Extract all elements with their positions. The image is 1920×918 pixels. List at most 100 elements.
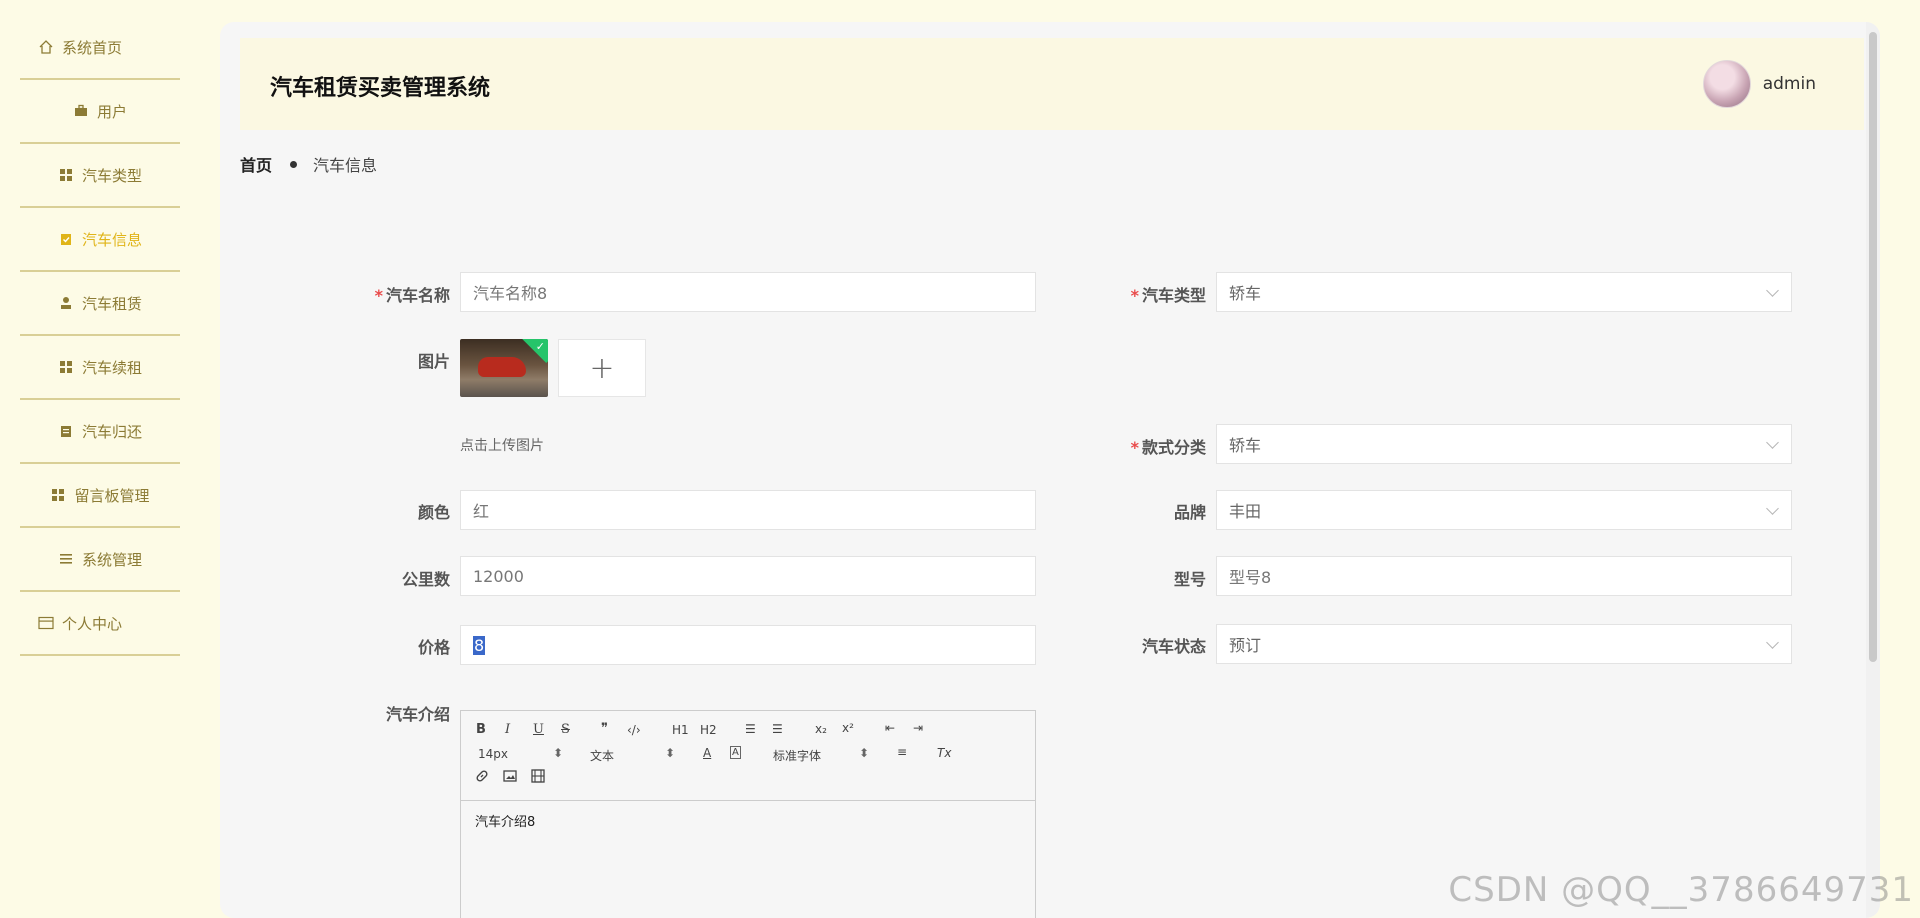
car-name-input[interactable]: 汽车名称8 bbox=[460, 272, 1036, 312]
avatar[interactable] bbox=[1702, 60, 1751, 108]
font-size-select[interactable]: 14px bbox=[478, 747, 508, 761]
superscript-button[interactable]: x² bbox=[842, 721, 854, 735]
link-button[interactable] bbox=[475, 769, 489, 786]
brand-value: 丰田 bbox=[1229, 502, 1262, 521]
sidebar-item-label: 汽车续租 bbox=[81, 358, 142, 377]
watermark: CSDN @QQ__3786649731 bbox=[1448, 870, 1914, 910]
breadcrumb-current: 汽车信息 bbox=[313, 156, 378, 175]
price-label: 价格 bbox=[417, 638, 450, 657]
check-icon: ✓ bbox=[535, 340, 545, 353]
breadcrumb-home[interactable]: 首页 bbox=[240, 152, 272, 176]
outdent-button[interactable]: ⇤ bbox=[885, 721, 895, 735]
mileage-value: 12000 bbox=[473, 566, 524, 586]
rich-text-editor[interactable]: B I U S ❞ ‹/› H1 H2 ☰ ☰ x₂ x² ⇤ ⇥ 14px ⬍… bbox=[460, 710, 1036, 918]
chevron-down-icon bbox=[1766, 284, 1779, 297]
car-photo bbox=[478, 357, 526, 377]
indent-button[interactable]: ⇥ bbox=[913, 721, 923, 735]
clear-format-button[interactable]: Tx bbox=[937, 746, 951, 760]
chevron-down-icon bbox=[1766, 636, 1779, 649]
font-color-button[interactable]: A bbox=[703, 746, 711, 760]
link-icon bbox=[476, 770, 488, 782]
style-label: 款式分类 bbox=[1066, 434, 1206, 458]
sidebar-item-label: 汽车类型 bbox=[81, 166, 142, 185]
brand-label: 品牌 bbox=[1173, 503, 1206, 522]
size-updown-icon: ⬍ bbox=[553, 746, 564, 760]
car-name-value: 汽车名称8 bbox=[473, 284, 548, 303]
model-label: 型号 bbox=[1173, 570, 1206, 589]
sidebar: 系统首页 用户 汽车类型 汽车信息 汽车租赁 汽车续租 汽车归还 留言板管理 系… bbox=[0, 0, 210, 918]
editor-content[interactable]: 汽车介绍8 bbox=[475, 811, 535, 830]
grid-icon bbox=[58, 167, 74, 183]
quote-button[interactable]: ❞ bbox=[601, 721, 608, 736]
status-value: 预订 bbox=[1229, 636, 1262, 655]
top-bar: 汽车租赁买卖管理系统 admin bbox=[240, 38, 1864, 130]
car-type-select[interactable]: 轿车 bbox=[1216, 272, 1792, 312]
sidebar-item-car-types[interactable]: 汽车类型 bbox=[20, 144, 180, 208]
car-type-value: 轿车 bbox=[1229, 284, 1262, 303]
price-value: 8 bbox=[473, 635, 486, 655]
chevron-down-icon bbox=[1766, 502, 1779, 515]
bold-button[interactable]: B bbox=[476, 722, 486, 737]
clipboard-check-icon bbox=[58, 231, 74, 247]
add-image-button[interactable]: + bbox=[558, 339, 646, 397]
h2-button[interactable]: H2 bbox=[700, 723, 717, 737]
status-select[interactable]: 预订 bbox=[1216, 624, 1792, 664]
ordered-list-button[interactable]: ☰ bbox=[745, 722, 756, 736]
strike-button[interactable]: S bbox=[561, 722, 570, 737]
mileage-label: 公里数 bbox=[401, 570, 450, 589]
card-icon bbox=[38, 615, 54, 631]
style-value: 轿车 bbox=[1229, 436, 1262, 455]
video-button[interactable] bbox=[531, 769, 545, 786]
scrollbar-thumb[interactable] bbox=[1869, 32, 1877, 662]
model-input[interactable]: 型号8 bbox=[1216, 556, 1792, 596]
chevron-down-icon bbox=[1766, 436, 1779, 449]
sidebar-item-message-board[interactable]: 留言板管理 bbox=[20, 464, 180, 528]
h1-button[interactable]: H1 bbox=[672, 723, 689, 737]
upload-hint: 点击上传图片 bbox=[460, 438, 544, 454]
background-color-button[interactable]: A bbox=[730, 746, 741, 759]
image-button[interactable] bbox=[503, 769, 517, 786]
editor-toolbar: B I U S ❞ ‹/› H1 H2 ☰ ☰ x₂ x² ⇤ ⇥ 14px ⬍… bbox=[461, 711, 1035, 801]
header-select[interactable]: 文本 bbox=[590, 747, 614, 764]
car-type-label: 汽车类型 bbox=[1066, 282, 1206, 306]
underline-button[interactable]: U bbox=[533, 722, 544, 737]
clipboard-icon bbox=[58, 423, 74, 439]
user-menu[interactable]: admin bbox=[1702, 60, 1816, 108]
sidebar-item-car-return[interactable]: 汽车归还 bbox=[20, 400, 180, 464]
align-button[interactable]: ≡ bbox=[897, 745, 907, 759]
sidebar-item-profile[interactable]: 个人中心 bbox=[20, 592, 180, 656]
intro-label: 汽车介绍 bbox=[385, 705, 450, 724]
home-icon bbox=[38, 39, 54, 55]
sidebar-item-car-renewal[interactable]: 汽车续租 bbox=[20, 336, 180, 400]
image-icon bbox=[503, 770, 517, 782]
brand-select[interactable]: 丰田 bbox=[1216, 490, 1792, 530]
video-icon bbox=[531, 769, 545, 783]
code-button[interactable]: ‹/› bbox=[627, 723, 641, 737]
stamp-icon bbox=[58, 295, 74, 311]
scrollbar[interactable] bbox=[1866, 22, 1880, 918]
grid-icon bbox=[50, 487, 66, 503]
briefcase-icon bbox=[73, 103, 89, 119]
sidebar-item-label: 个人中心 bbox=[62, 614, 123, 633]
sidebar-item-label: 用户 bbox=[96, 102, 127, 121]
sidebar-item-users[interactable]: 用户 bbox=[20, 80, 180, 144]
font-family-select[interactable]: 标准字体 bbox=[773, 747, 821, 764]
sidebar-item-system[interactable]: 系统管理 bbox=[20, 528, 180, 592]
color-value: 红 bbox=[473, 502, 490, 521]
uploaded-image-thumbnail[interactable]: ✓ bbox=[460, 339, 548, 397]
italic-button[interactable]: I bbox=[505, 722, 510, 737]
username[interactable]: admin bbox=[1763, 74, 1816, 94]
grid-icon bbox=[58, 359, 74, 375]
image-label: 图片 bbox=[417, 352, 450, 371]
sidebar-item-car-info[interactable]: 汽车信息 bbox=[20, 208, 180, 272]
mileage-input[interactable]: 12000 bbox=[460, 556, 1036, 596]
sidebar-item-home[interactable]: 系统首页 bbox=[20, 16, 180, 80]
color-input[interactable]: 红 bbox=[460, 490, 1036, 530]
style-select[interactable]: 轿车 bbox=[1216, 424, 1792, 464]
sidebar-item-car-rental[interactable]: 汽车租赁 bbox=[20, 272, 180, 336]
subscript-button[interactable]: x₂ bbox=[815, 722, 827, 736]
sidebar-item-label: 汽车归还 bbox=[81, 422, 142, 441]
price-input[interactable]: 8 bbox=[460, 625, 1036, 665]
bullet-list-button[interactable]: ☰ bbox=[772, 722, 783, 736]
breadcrumb-separator bbox=[290, 160, 298, 168]
